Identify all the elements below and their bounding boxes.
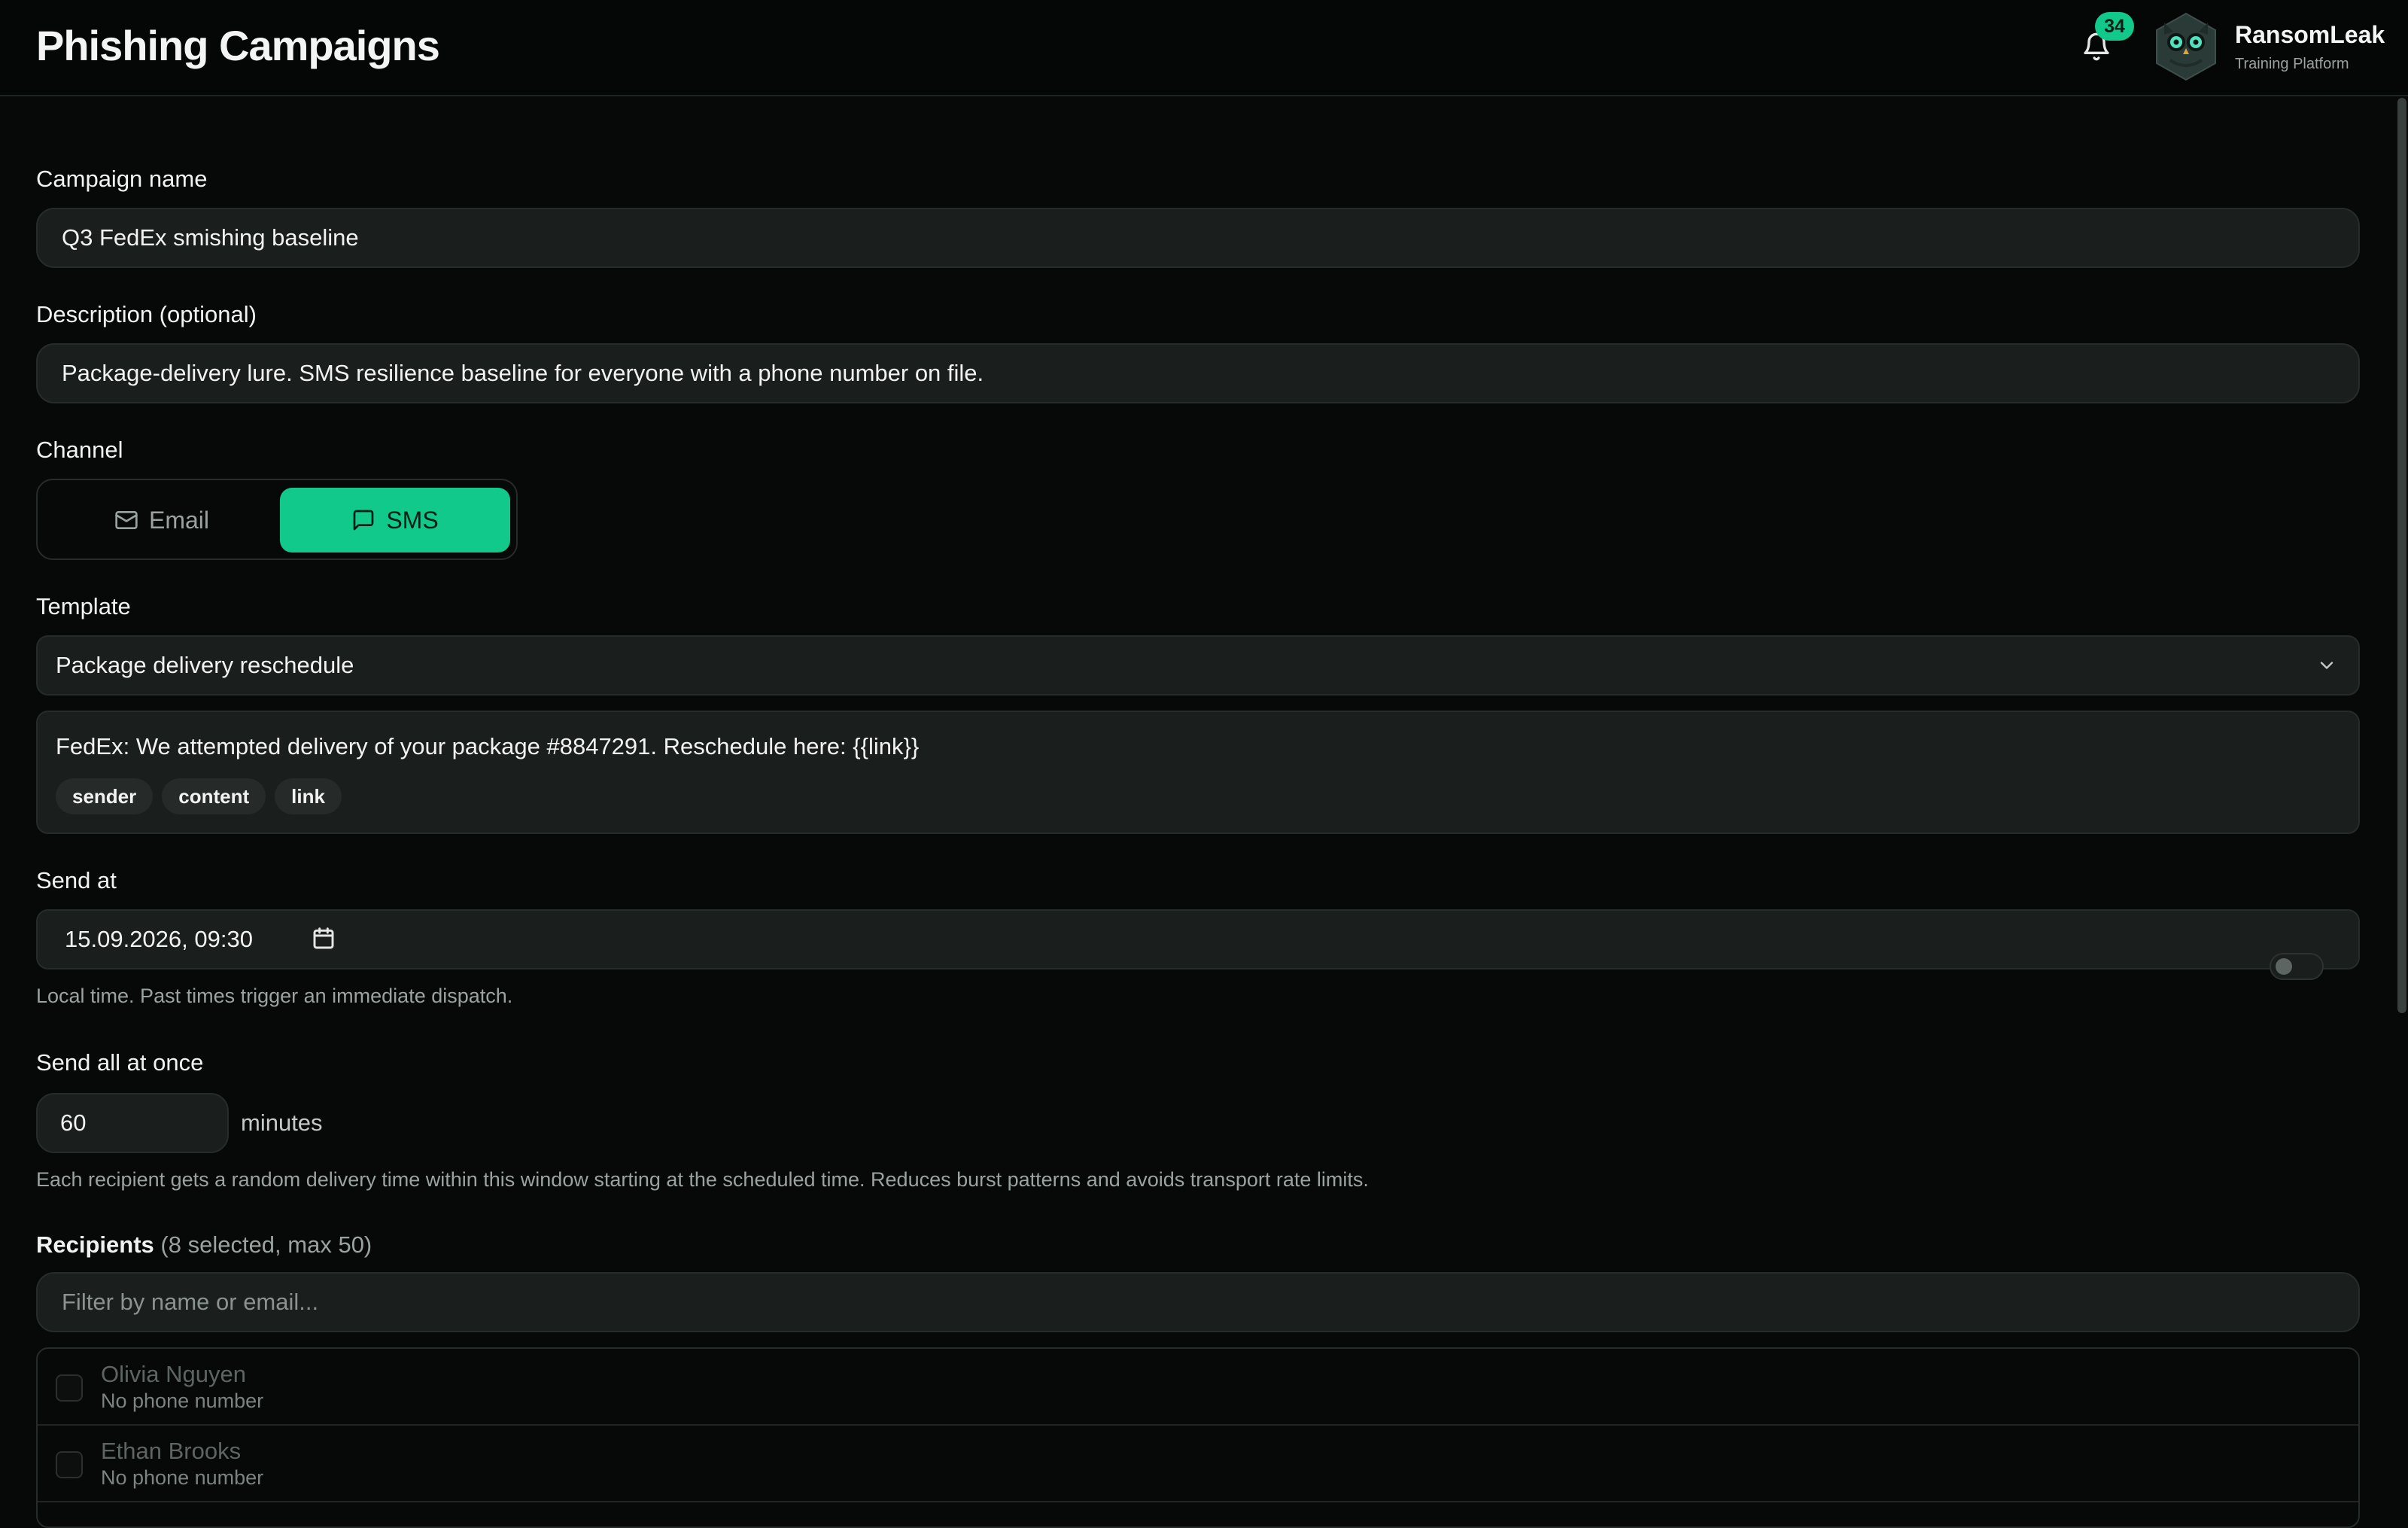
notification-count-badge: 34 bbox=[2095, 12, 2134, 41]
brand-name: RansomLeak bbox=[2235, 21, 2385, 48]
owl-logo-avatar[interactable] bbox=[2154, 12, 2218, 81]
recipients-count: (8 selected, max 50) bbox=[160, 1231, 372, 1258]
send-window-minutes-value: 60 bbox=[60, 1109, 87, 1136]
send-all-at-once-label: Send all at once bbox=[36, 1049, 204, 1076]
chevron-down-icon bbox=[2320, 662, 2334, 669]
recipients-list: Olivia Nguyen No phone number Ethan Broo… bbox=[36, 1347, 2360, 1528]
send-window-helper-text: Each recipient gets a random delivery ti… bbox=[36, 1168, 1369, 1191]
recipients-label: Recipients (8 selected, max 50) bbox=[36, 1231, 372, 1259]
recipient-detail: No phone number bbox=[101, 1466, 264, 1489]
toggle-knob bbox=[2276, 958, 2292, 975]
template-preview: FedEx: We attempted delivery of your pac… bbox=[36, 711, 2360, 834]
template-tag: sender bbox=[56, 778, 154, 814]
channel-sms-label: SMS bbox=[386, 506, 439, 534]
send-at-label: Send at bbox=[36, 867, 117, 893]
description-value: Package-delivery lure. SMS resilience ba… bbox=[62, 360, 984, 386]
send-window-minutes-input[interactable]: 60 bbox=[36, 1093, 229, 1153]
template-tags: sender content link bbox=[56, 778, 342, 814]
mail-icon bbox=[115, 511, 138, 529]
campaign-name-input[interactable]: Q3 FedEx smishing baseline bbox=[36, 208, 2360, 268]
description-input[interactable]: Package-delivery lure. SMS resilience ba… bbox=[36, 343, 2360, 403]
template-selected-value: Package delivery reschedule bbox=[56, 652, 354, 678]
page-scrollbar-thumb[interactable] bbox=[2397, 98, 2406, 1013]
send-all-at-once-toggle[interactable] bbox=[2270, 953, 2324, 980]
row-divider bbox=[38, 1501, 2358, 1502]
campaign-form: Campaign name Q3 FedEx smishing baseline… bbox=[36, 96, 2360, 1528]
campaign-name-value: Q3 FedEx smishing baseline bbox=[62, 224, 359, 251]
send-at-helper-text: Local time. Past times trigger an immedi… bbox=[36, 985, 513, 1007]
page-title: Phishing Campaigns bbox=[36, 22, 440, 69]
message-icon bbox=[353, 510, 374, 531]
list-item[interactable]: Olivia Nguyen No phone number bbox=[38, 1349, 2358, 1426]
recipient-name: Ethan Brooks bbox=[101, 1438, 242, 1464]
recipient-detail: No phone number bbox=[101, 1390, 264, 1412]
channel-email-button[interactable]: Email bbox=[47, 488, 277, 552]
list-item[interactable]: Ethan Brooks No phone number bbox=[38, 1426, 2358, 1502]
template-preview-text: FedEx: We attempted delivery of your pac… bbox=[56, 733, 920, 759]
template-tag: content bbox=[162, 778, 266, 814]
send-at-value: 15.09.2026, 09:30 bbox=[65, 926, 253, 952]
recipient-checkbox[interactable] bbox=[56, 1374, 83, 1402]
recipients-filter-placeholder: Filter by name or email... bbox=[62, 1289, 319, 1315]
template-tag: link bbox=[275, 778, 342, 814]
channel-toggle-group: Email SMS bbox=[36, 479, 518, 560]
calendar-icon[interactable] bbox=[312, 926, 336, 951]
template-select[interactable]: Package delivery reschedule bbox=[36, 635, 2360, 696]
channel-email-label: Email bbox=[148, 506, 209, 534]
campaign-name-label: Campaign name bbox=[36, 166, 208, 192]
recipient-checkbox[interactable] bbox=[56, 1451, 83, 1478]
recipients-filter-input[interactable]: Filter by name or email... bbox=[36, 1272, 2360, 1332]
recipient-name: Olivia Nguyen bbox=[101, 1361, 246, 1387]
description-label: Description (optional) bbox=[36, 301, 257, 327]
template-label: Template bbox=[36, 593, 131, 619]
recipients-title: Recipients bbox=[36, 1231, 154, 1258]
channel-label: Channel bbox=[36, 437, 123, 463]
send-at-datetime-input[interactable]: 15.09.2026, 09:30 bbox=[36, 909, 2360, 969]
send-window-unit: minutes bbox=[241, 1109, 323, 1136]
channel-sms-button[interactable]: SMS bbox=[280, 488, 510, 552]
top-header: Phishing Campaigns 34 RansomLeak Trainin… bbox=[0, 0, 2408, 96]
brand-subtitle: Training Platform bbox=[2235, 56, 2349, 72]
